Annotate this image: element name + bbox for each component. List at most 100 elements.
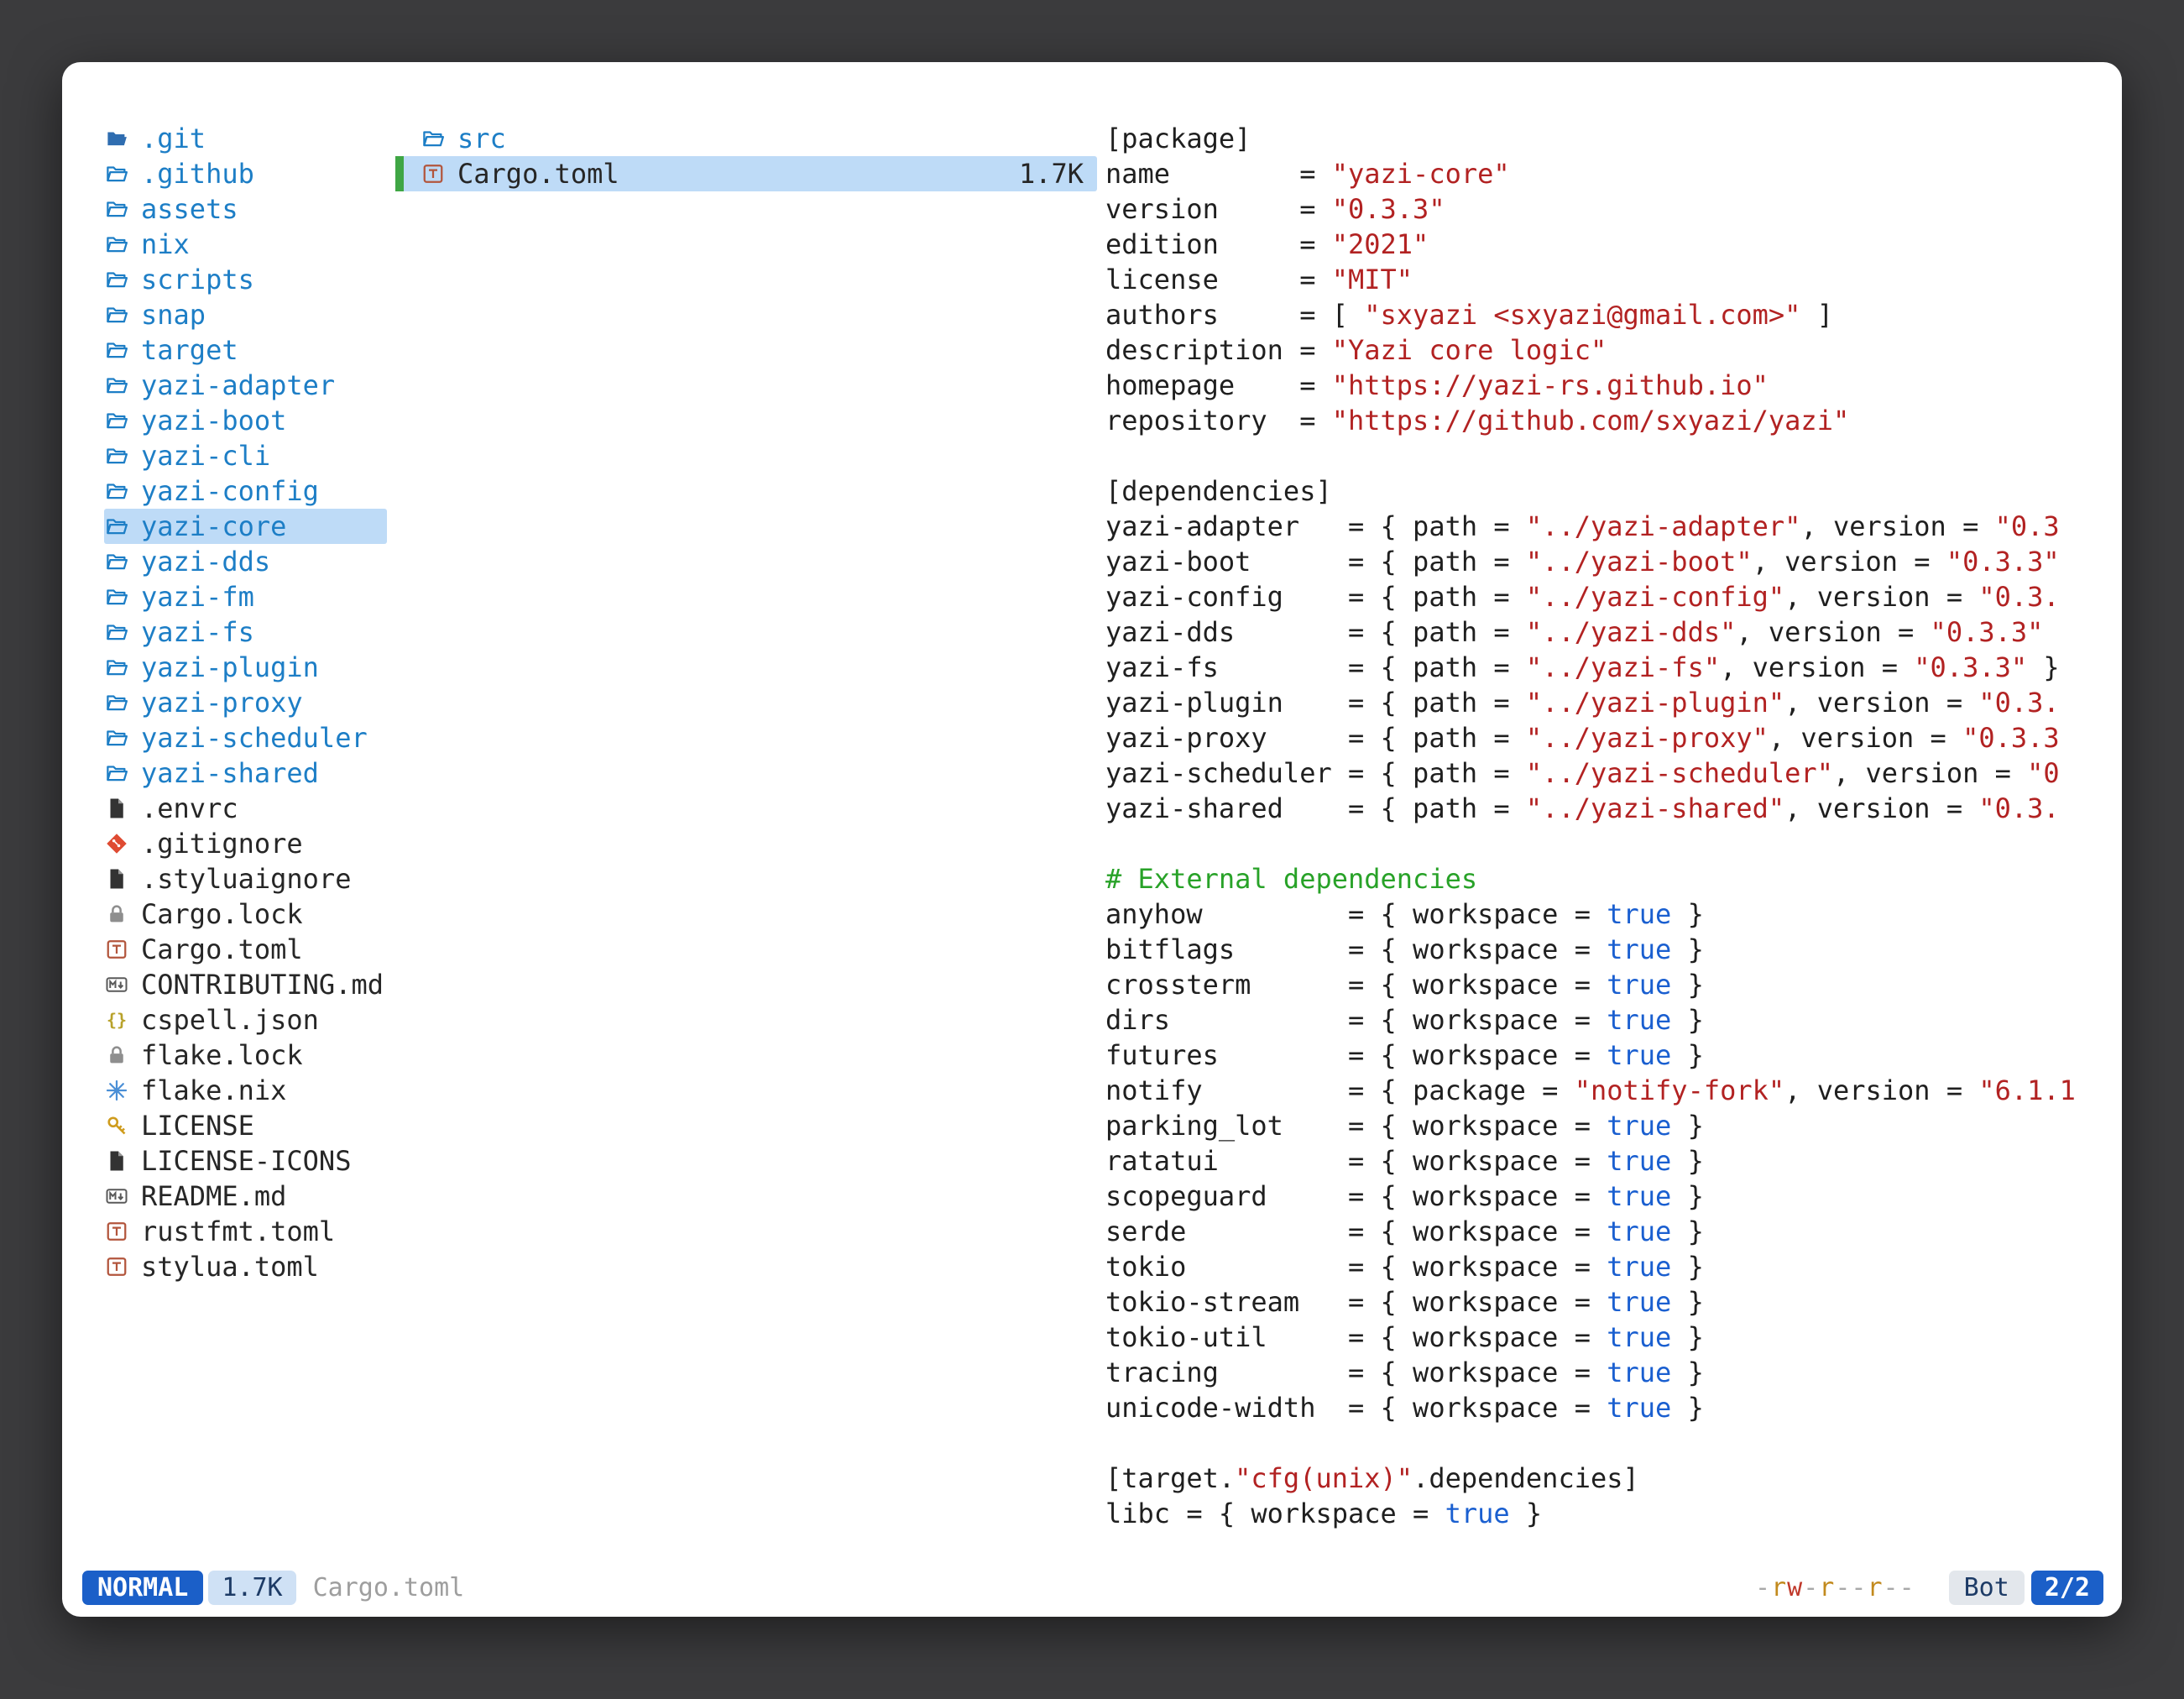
dir-entry[interactable]: nix [104, 227, 387, 262]
dir-entry[interactable]: yazi-scheduler [104, 720, 387, 755]
preview-line: tokio-stream = { workspace = true } [1105, 1284, 2080, 1320]
entry-name: .envrc [141, 791, 238, 826]
file-entry[interactable]: LICENSE-ICONS [104, 1143, 387, 1179]
parent-directory-pane[interactable]: .git.githubassetsnixscriptssnaptargetyaz… [104, 121, 387, 1563]
toml-icon [104, 937, 136, 962]
preview-line: futures = { workspace = true } [1105, 1038, 2080, 1073]
entry-name: yazi-proxy [141, 685, 303, 720]
markdown-icon [104, 1184, 136, 1209]
entry-size: 1.7K [1019, 156, 1097, 191]
dir-entry[interactable]: yazi-proxy [104, 685, 387, 720]
preview-line: authors = [ "sxyazi <sxyazi@gmail.com>" … [1105, 297, 2080, 332]
file-entry[interactable]: flake.lock [104, 1038, 387, 1073]
entry-name: src [457, 121, 506, 156]
entry-name: nix [141, 227, 190, 262]
file-preview-pane[interactable]: [package]name = "yazi-core"version = "0.… [1105, 121, 2080, 1563]
entry-name: flake.lock [141, 1038, 303, 1073]
file-entry[interactable]: Cargo.lock [104, 897, 387, 932]
preview-line: yazi-shared = { path = "../yazi-shared",… [1105, 791, 2080, 826]
dir-entry[interactable]: snap [104, 297, 387, 332]
entry-name: rustfmt.toml [141, 1214, 335, 1249]
entry-name: snap [141, 297, 206, 332]
preview-line: scopeguard = { workspace = true } [1105, 1179, 2080, 1214]
dir-entry[interactable]: yazi-boot [104, 403, 387, 438]
file-entry[interactable]: LICENSE [104, 1108, 387, 1143]
dir-entry[interactable]: yazi-shared [104, 755, 387, 791]
file-entry[interactable]: Cargo.toml [104, 932, 387, 967]
preview-line: libc = { workspace = true } [1105, 1496, 2080, 1531]
git-folder-icon [104, 126, 136, 151]
status-filename: Cargo.toml [313, 1573, 465, 1602]
file-entry[interactable]: README.md [104, 1179, 387, 1214]
preview-line: edition = "2021" [1105, 227, 2080, 262]
dir-entry[interactable]: yazi-fs [104, 614, 387, 650]
status-bar-left: NORMAL 1.7K Cargo.toml [82, 1571, 464, 1605]
dir-entry[interactable]: .github [104, 156, 387, 191]
dir-entry[interactable]: assets [104, 191, 387, 227]
file-entry[interactable]: .envrc [104, 791, 387, 826]
dir-entry[interactable]: yazi-fm [104, 579, 387, 614]
folder-icon [104, 443, 136, 468]
markdown-icon [104, 972, 136, 997]
current-directory-pane[interactable]: srcCargo.toml 1.7K [395, 121, 1097, 1563]
entry-name: .git [141, 121, 206, 156]
folder-icon [104, 761, 136, 786]
entry-name: Cargo.toml [457, 156, 619, 191]
preview-line: [package] [1105, 121, 2080, 156]
preview-line: tokio-util = { workspace = true } [1105, 1320, 2080, 1355]
file-icon [104, 1148, 136, 1174]
entry-name: CONTRIBUTING.md [141, 967, 384, 1002]
preview-line: serde = { workspace = true } [1105, 1214, 2080, 1249]
file-entry[interactable]: flake.nix [104, 1073, 387, 1108]
preview-line: parking_lot = { workspace = true } [1105, 1108, 2080, 1143]
dir-entry[interactable]: scripts [104, 262, 387, 297]
file-entry[interactable]: .gitignore [104, 826, 387, 861]
file-entry[interactable]: rustfmt.toml [104, 1214, 387, 1249]
preview-line: homepage = "https://yazi-rs.github.io" [1105, 368, 2080, 403]
entry-name: yazi-cli [141, 438, 270, 473]
json-icon: {} [104, 1007, 136, 1032]
dir-entry[interactable]: src [395, 121, 1097, 156]
dir-entry[interactable]: yazi-adapter [104, 368, 387, 403]
folder-icon [104, 408, 136, 433]
folder-icon [104, 232, 136, 257]
folder-icon [104, 478, 136, 504]
preview-line: yazi-config = { path = "../yazi-config",… [1105, 579, 2080, 614]
folder-icon [104, 549, 136, 574]
folder-icon [104, 161, 136, 186]
preview-line: yazi-fs = { path = "../yazi-fs", version… [1105, 650, 2080, 685]
preview-line: tracing = { workspace = true } [1105, 1355, 2080, 1390]
preview-line: tokio = { workspace = true } [1105, 1249, 2080, 1284]
preview-line: description = "Yazi core logic" [1105, 332, 2080, 368]
entry-name: yazi-dds [141, 544, 270, 579]
dir-entry[interactable]: yazi-config [104, 473, 387, 509]
dir-entry[interactable]: .git [104, 121, 387, 156]
toml-icon [104, 1254, 136, 1279]
folder-icon [104, 267, 136, 292]
scroll-position-badge: Bot [1949, 1571, 2025, 1605]
preview-line: yazi-boot = { path = "../yazi-boot", ver… [1105, 544, 2080, 579]
file-entry[interactable]: .styluaignore [104, 861, 387, 897]
dir-entry[interactable]: yazi-core [104, 509, 387, 544]
preview-line: yazi-plugin = { path = "../yazi-plugin",… [1105, 685, 2080, 720]
entry-name: .styluaignore [141, 861, 351, 897]
preview-line: [target."cfg(unix)".dependencies] [1105, 1461, 2080, 1496]
entry-name: yazi-core [141, 509, 286, 544]
dir-entry[interactable]: target [104, 332, 387, 368]
file-entry[interactable]: Cargo.toml 1.7K [395, 156, 1097, 191]
file-entry[interactable]: {}cspell.json [104, 1002, 387, 1038]
folder-icon [104, 373, 136, 398]
dir-entry[interactable]: yazi-cli [104, 438, 387, 473]
dir-entry[interactable]: yazi-dds [104, 544, 387, 579]
folder-icon [104, 514, 136, 539]
folder-icon [104, 690, 136, 715]
file-size-chip: 1.7K [208, 1571, 295, 1605]
toml-icon [104, 1219, 136, 1244]
panes-container: .git.githubassetsnixscriptssnaptargetyaz… [104, 121, 2080, 1563]
file-entry[interactable]: stylua.toml [104, 1249, 387, 1284]
entry-name: yazi-fs [141, 614, 254, 650]
entry-name: yazi-adapter [141, 368, 335, 403]
dir-entry[interactable]: yazi-plugin [104, 650, 387, 685]
file-entry[interactable]: CONTRIBUTING.md [104, 967, 387, 1002]
entry-name: LICENSE-ICONS [141, 1143, 351, 1179]
